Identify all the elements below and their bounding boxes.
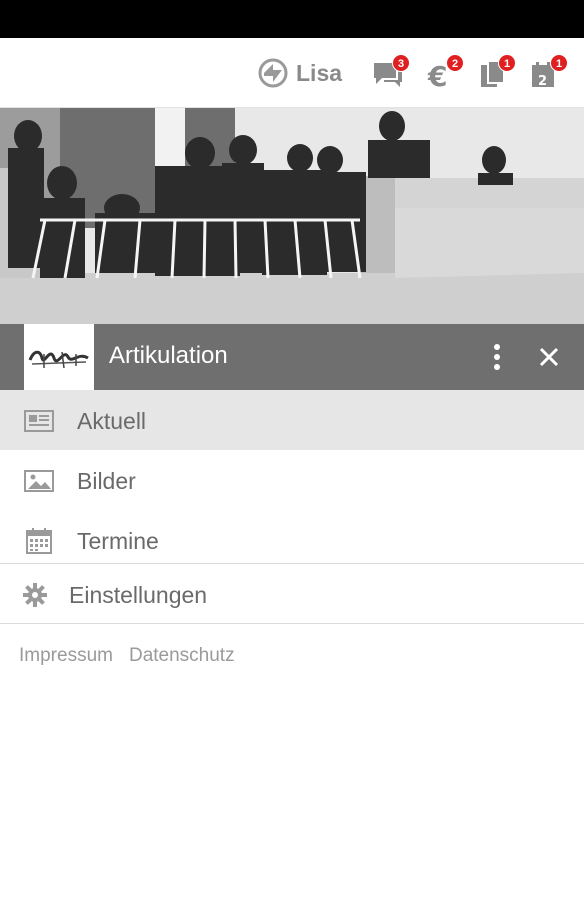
settings-label: Einstellungen bbox=[69, 582, 208, 608]
payments-button[interactable]: € 2 bbox=[426, 54, 464, 92]
nav-item-label: Aktuell bbox=[77, 408, 147, 434]
footer-links: Impressum Datenschutz bbox=[19, 645, 251, 667]
nav-item-termine[interactable]: Termine bbox=[0, 510, 584, 570]
datenschutz-link[interactable]: Datenschutz bbox=[129, 645, 235, 666]
group-title: Artikulation bbox=[109, 342, 228, 369]
artikulation-logo bbox=[28, 350, 89, 369]
app-logo-icon bbox=[258, 58, 288, 88]
more-vertical-icon bbox=[494, 344, 500, 370]
settings-item[interactable]: Einstellungen bbox=[0, 564, 584, 624]
cover-photo bbox=[0, 108, 584, 324]
group-header: Artikulation bbox=[0, 324, 584, 390]
svg-text:2: 2 bbox=[538, 74, 547, 89]
svg-text:€: € bbox=[427, 60, 447, 90]
chat-button[interactable]: 3 bbox=[372, 54, 410, 92]
divider bbox=[0, 623, 584, 624]
user-profile[interactable]: Lisa bbox=[258, 56, 342, 90]
group-logo[interactable] bbox=[24, 324, 94, 390]
calendar-button[interactable]: 2 1 bbox=[530, 54, 568, 92]
newspaper-icon bbox=[24, 410, 54, 432]
top-bar: Lisa 3 € 2 1 2 1 bbox=[0, 38, 584, 108]
nav-item-aktuell[interactable]: Aktuell bbox=[0, 390, 584, 450]
nav-item-bilder[interactable]: Bilder bbox=[0, 450, 584, 510]
close-icon bbox=[539, 347, 559, 367]
nav-item-label: Termine bbox=[77, 528, 159, 554]
chat-badge: 3 bbox=[392, 54, 410, 72]
documents-button[interactable]: 1 bbox=[478, 54, 516, 92]
group-more-button[interactable] bbox=[484, 342, 510, 372]
image-icon bbox=[24, 470, 54, 492]
nav-item-label: Bilder bbox=[77, 468, 136, 494]
euro-badge: 2 bbox=[446, 54, 464, 72]
calendar-grid-icon bbox=[26, 528, 52, 554]
gear-icon bbox=[23, 583, 47, 607]
user-name: Lisa bbox=[296, 59, 343, 86]
calendar-badge: 1 bbox=[550, 54, 568, 72]
documents-badge: 1 bbox=[498, 54, 516, 72]
group-cover-image bbox=[0, 108, 584, 324]
group-close-button[interactable] bbox=[536, 344, 562, 370]
status-bar bbox=[0, 0, 584, 38]
impressum-link[interactable]: Impressum bbox=[19, 645, 113, 666]
